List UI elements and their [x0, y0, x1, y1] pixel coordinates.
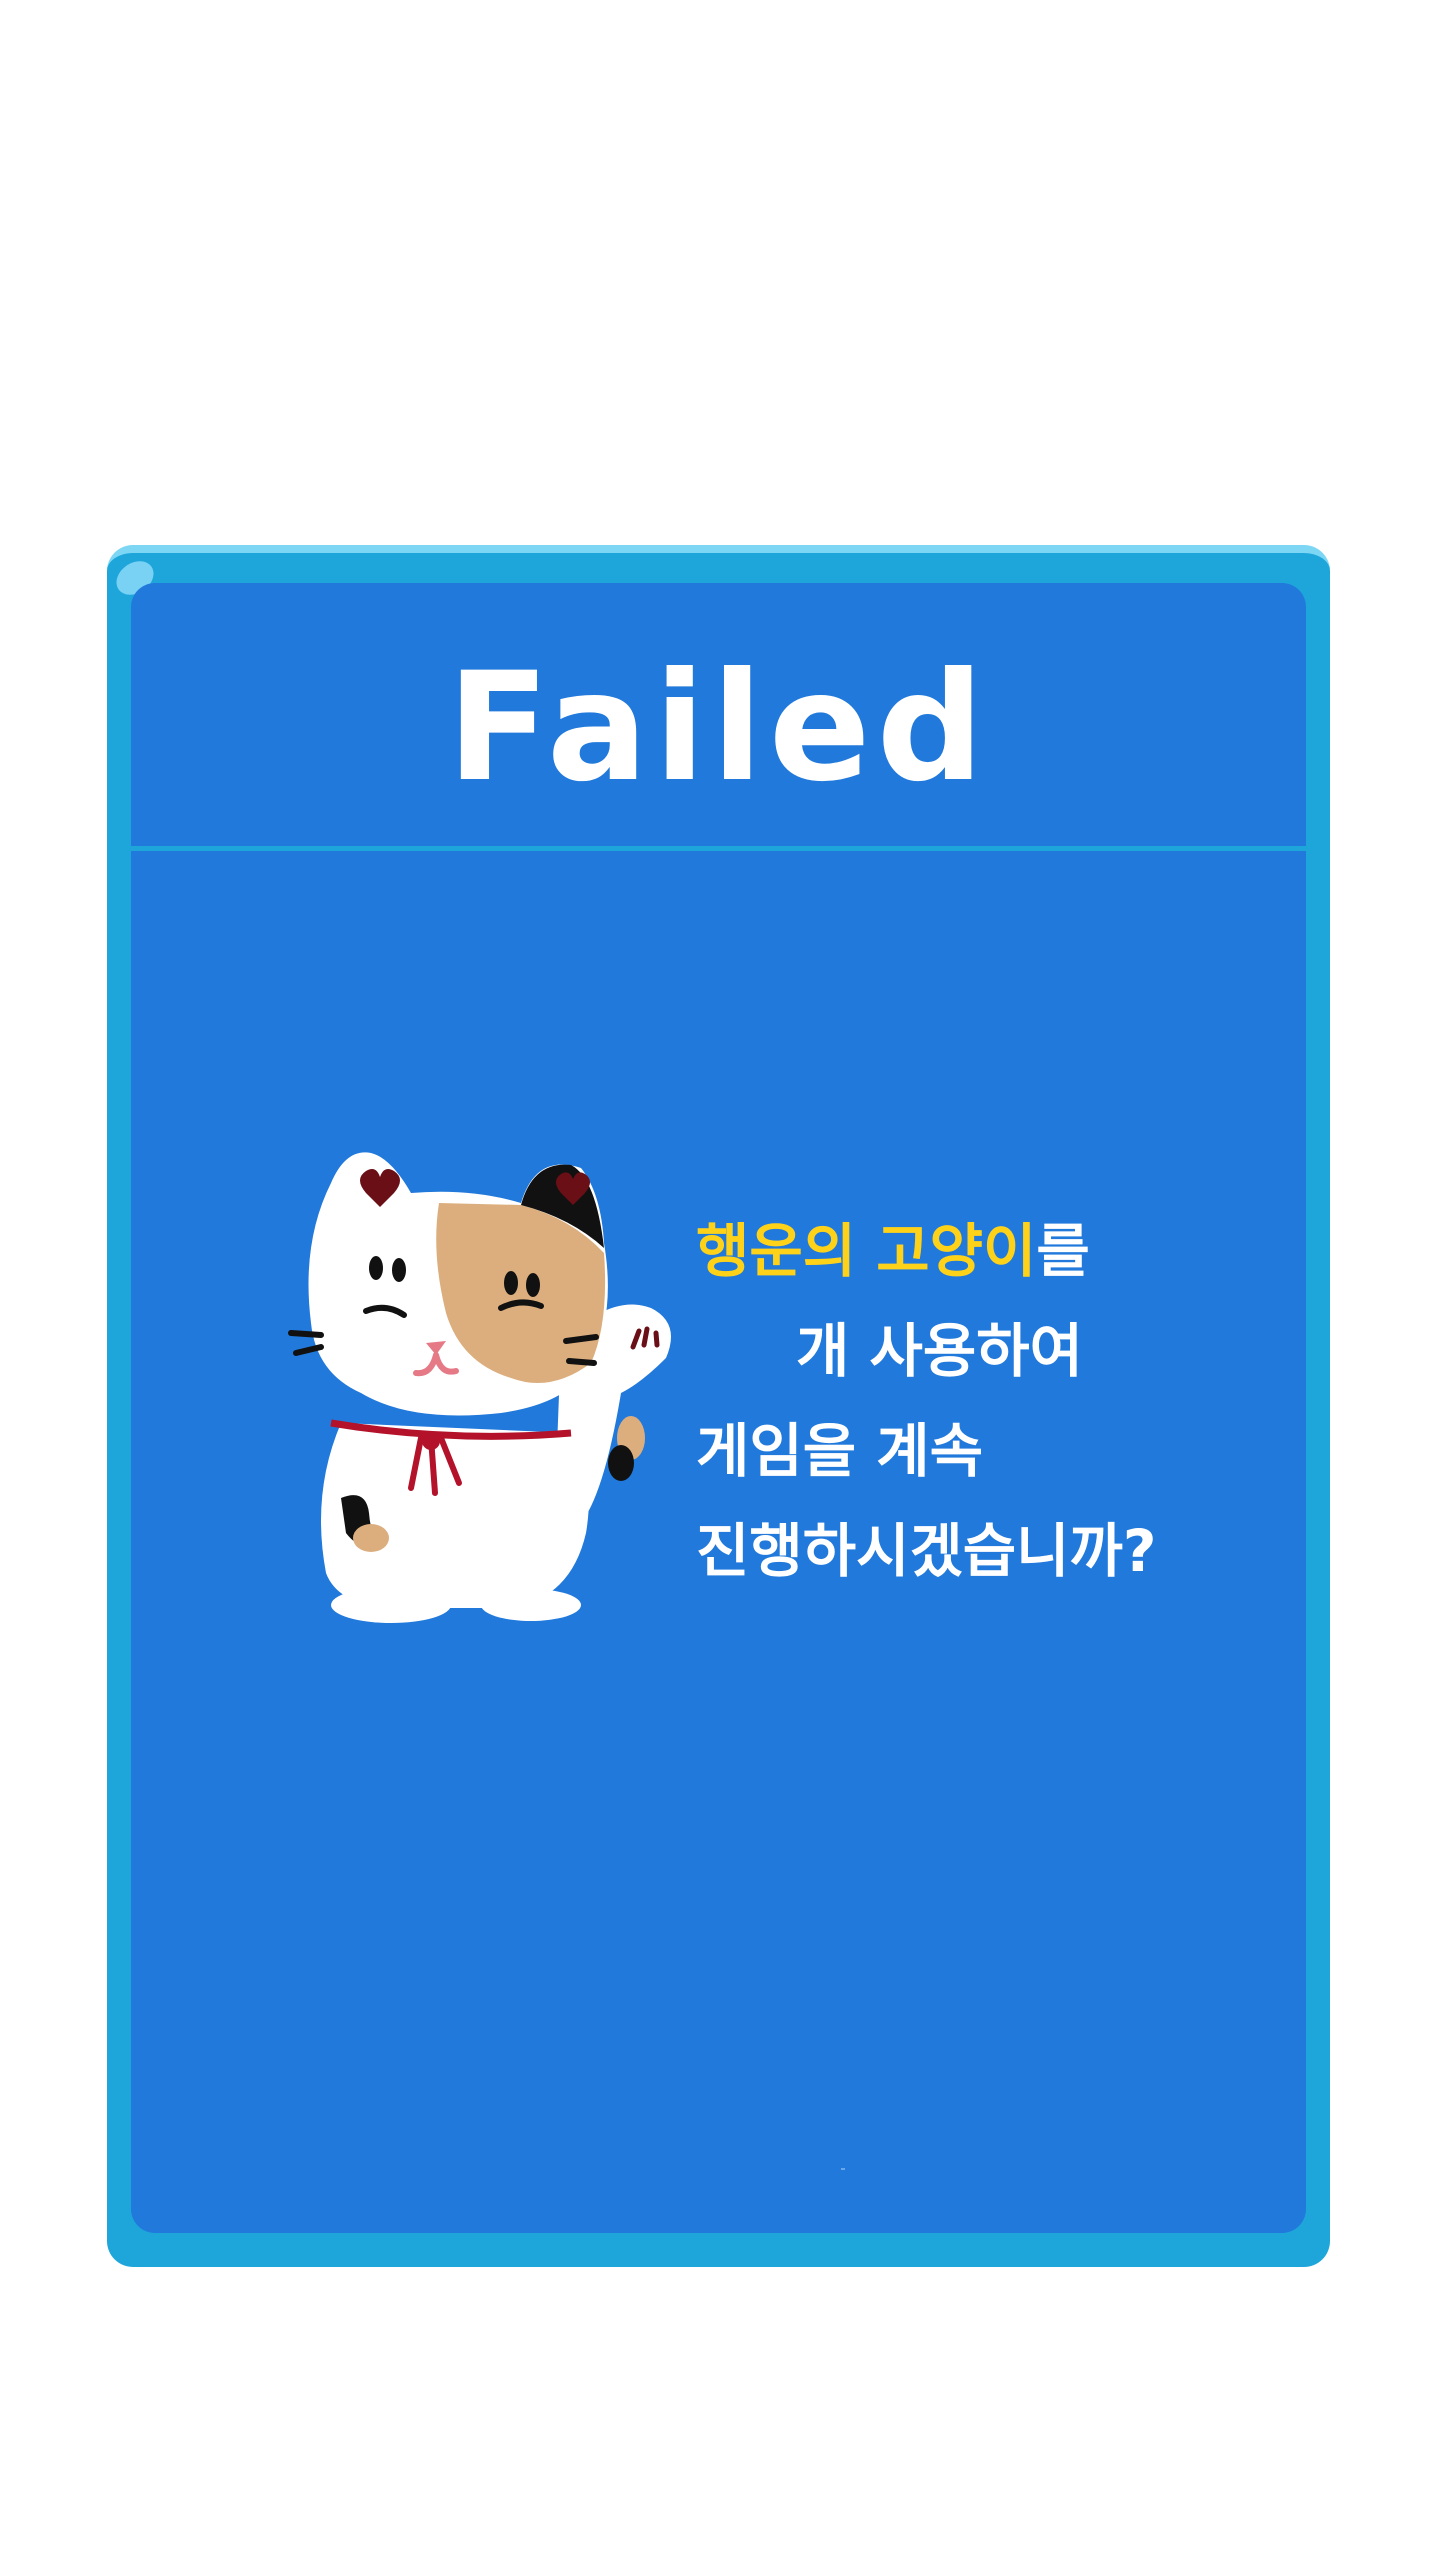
prompt-line-3: 게임을 계속	[696, 1417, 983, 1485]
dialog-panel: Failed 행운의 고양이를 개 사용하여 게임을 계속 진행하시겠습니까?	[131, 583, 1306, 2233]
prompt-line-2: 개 사용하여	[796, 1317, 1083, 1385]
title-divider	[131, 846, 1306, 851]
dialog-title: Failed	[447, 641, 990, 815]
failed-dialog: Failed 행운의 고양이를 개 사용하여 게임을 계속 진행하시겠습니까?	[107, 545, 1330, 2267]
prompt-highlight-cat: 고양이	[876, 1217, 1037, 1285]
panel-speck	[841, 2168, 845, 2170]
prompt-particle: 를	[1036, 1217, 1090, 1285]
prompt-highlight-luck: 행운의	[696, 1217, 857, 1285]
prompt-line-1: 행운의 고양이를	[696, 1201, 1286, 1301]
continue-prompt: 행운의 고양이를 개 사용하여 게임을 계속 진행하시겠습니까?	[696, 1201, 1286, 1601]
lucky-cat-icon	[288, 1152, 671, 1623]
prompt-line-4: 진행하시겠습니까?	[696, 1517, 1157, 1585]
